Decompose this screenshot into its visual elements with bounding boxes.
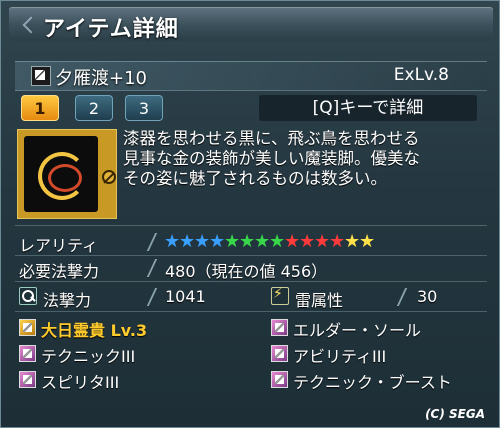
item-name: 夕雁渡+10 <box>55 68 147 89</box>
ability-3: テクニックIII <box>41 347 136 366</box>
ability-icon <box>271 319 288 336</box>
special-ability-icon <box>19 319 36 336</box>
item-description: 漆器を思わせる黒に、飛ぶ鳥を思わせる 見事な金の装飾が美しい魔装脚。優美な その… <box>123 129 483 189</box>
rarity-star-icon: ★ <box>239 231 256 252</box>
separator <box>396 288 408 306</box>
separator <box>146 288 158 306</box>
ability-icon <box>19 345 36 362</box>
item-image <box>17 129 117 219</box>
rarity-star-icon: ★ <box>254 231 271 252</box>
rarity-label: レアリティ <box>19 236 99 255</box>
ability-2: エルダー・ソール <box>293 321 422 340</box>
tab-3[interactable]: 3 <box>125 95 163 121</box>
jet-boots-icon <box>31 66 51 86</box>
description-line: 見事な金の装飾が美しい魔装脚。優美な <box>123 149 420 168</box>
rarity-star-icon: ★ <box>209 231 226 252</box>
rarity-star-icon: ★ <box>329 231 346 252</box>
window-title: アイテム詳細 <box>43 17 179 42</box>
description-line: 漆器を思わせる黒に、飛ぶ鳥を思わせる <box>123 129 420 148</box>
element-value: 30 <box>417 287 438 306</box>
separator <box>146 233 158 251</box>
description-area: 漆器を思わせる黒に、飛ぶ鳥を思わせる 見事な金の装飾が美しい魔装脚。優美な その… <box>15 127 487 223</box>
rarity-star-icon: ★ <box>224 231 241 252</box>
rarity-stars: ★★★★★★★★★★★★★★ <box>164 231 376 252</box>
rarity-star-icon: ★ <box>359 231 376 252</box>
tech-attack-value: 1041 <box>165 287 206 306</box>
item-image-frame <box>24 136 98 212</box>
red-swirl-decoration <box>48 164 82 192</box>
copyright: (C) SEGA <box>425 407 485 421</box>
tech-attack-label: 法撃力 <box>43 291 92 310</box>
rarity-star-icon: ★ <box>164 231 181 252</box>
detail-button[interactable]: [Q]キーで詳細 <box>259 95 477 121</box>
tech-attack-icon <box>19 287 37 305</box>
tab-1[interactable]: 1 <box>21 95 59 121</box>
ability-5: スピリタIII <box>41 373 120 392</box>
divider <box>15 225 487 226</box>
rarity-star-icon: ★ <box>284 231 301 252</box>
divider <box>15 281 487 282</box>
rarity-star-icon: ★ <box>179 231 196 252</box>
rarity-star-icon: ★ <box>344 231 361 252</box>
divider <box>15 255 487 256</box>
item-detail-window: アイテム詳細 夕雁渡+10 ExLv.8 1 2 3 [Q]キーで詳細 漆器を思… <box>0 0 500 428</box>
title-bar[interactable]: アイテム詳細 <box>9 7 493 42</box>
ability-icon <box>271 371 288 388</box>
prohibited-icon <box>102 170 116 184</box>
description-line: その姿に魅了されるものは数多い。 <box>123 169 387 188</box>
ability-6: テクニック・ブースト <box>293 373 452 392</box>
required-stat-label: 必要法撃力 <box>19 262 100 281</box>
ex-level: ExLv.8 <box>393 65 449 85</box>
lightning-icon <box>271 286 289 305</box>
ability-1: 大日霊貴 Lv.3 <box>41 321 148 340</box>
ability-icon <box>19 371 36 388</box>
item-name-bar: 夕雁渡+10 ExLv.8 <box>15 61 487 91</box>
tab-2[interactable]: 2 <box>75 95 113 121</box>
ability-icon <box>271 345 288 362</box>
rarity-star-icon: ★ <box>194 231 211 252</box>
title-chevron-icon <box>22 16 40 34</box>
rarity-star-icon: ★ <box>269 231 286 252</box>
ability-4: アビリティIII <box>293 347 387 366</box>
divider <box>15 311 487 312</box>
rarity-star-icon: ★ <box>314 231 331 252</box>
required-stat-value: 480（現在の値 456） <box>165 262 328 281</box>
separator <box>146 259 158 277</box>
element-label: 雷属性 <box>295 291 344 310</box>
rarity-star-icon: ★ <box>299 231 316 252</box>
